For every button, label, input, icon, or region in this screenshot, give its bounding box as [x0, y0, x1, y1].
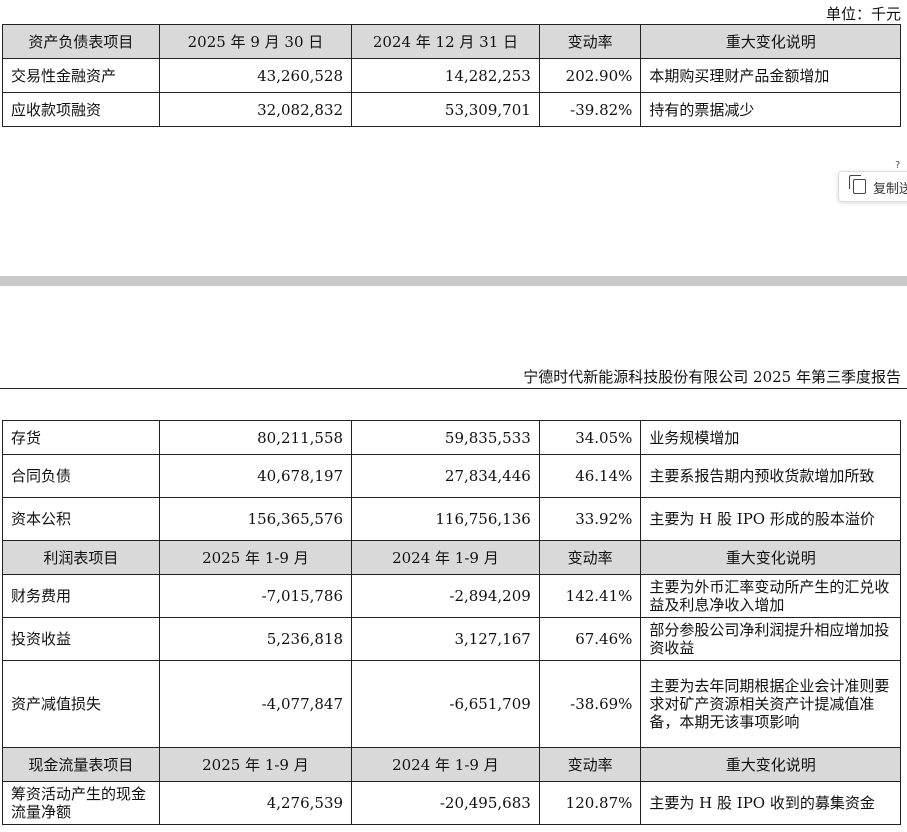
cell-note: 部分参股公司净利润提升相应增加投资收益 — [640, 617, 901, 661]
row-label: 资本公积 — [2, 497, 160, 541]
row-label: 资产减值损失 — [2, 660, 160, 748]
cell-value: -4,077,847 — [158, 660, 353, 748]
row-label: 存货 — [2, 420, 160, 455]
cell-rate: 202.90% — [538, 58, 642, 93]
cell-value: 3,127,167 — [351, 617, 540, 661]
cell-value: 59,835,533 — [351, 420, 540, 455]
header-cell: 变动率 — [538, 540, 642, 575]
cell-value: 14,282,253 — [351, 58, 540, 93]
header-cell: 重大变化说明 — [640, 540, 901, 575]
header-cell: 资产负债表项目 — [2, 24, 160, 59]
cell-note: 主要为外币汇率变动所产生的汇兑收益及利息净收入增加 — [640, 574, 901, 618]
copy-button-label: 复制送 — [873, 182, 907, 197]
header-cell: 2025 年 1-9 月 — [158, 747, 353, 782]
cell-value: -20,495,683 — [351, 781, 540, 825]
row-label: 筹资活动产生的现金流量净额 — [2, 781, 160, 825]
header-cell: 变动率 — [538, 747, 642, 782]
cell-rate: 120.87% — [538, 781, 642, 825]
cell-note: 主要为去年同期根据企业会计准则要求对矿产资源相关资产计提减值准备，本期无该事项影… — [640, 660, 901, 748]
report-header: 宁德时代新能源科技股份有限公司 2025 年第三季度报告 — [523, 368, 901, 386]
cell-note: 持有的票据减少 — [640, 92, 901, 127]
cell-note: 业务规模增加 — [640, 420, 901, 455]
row-label: 投资收益 — [2, 617, 160, 661]
cell-note: 主要为 H 股 IPO 收到的募集资金 — [640, 781, 901, 825]
cell-note: 主要为 H 股 IPO 形成的股本溢价 — [640, 497, 901, 541]
header-cell: 2025 年 1-9 月 — [158, 540, 353, 575]
cell-rate: 46.14% — [538, 454, 642, 498]
page-separator — [0, 276, 907, 286]
header-cell: 2024 年 1-9 月 — [351, 540, 540, 575]
cell-value: 40,678,197 — [158, 454, 353, 498]
cell-rate: 34.05% — [538, 420, 642, 455]
table-header-row: 利润表项目 2025 年 1-9 月 2024 年 1-9 月 变动率 重大变化… — [2, 540, 901, 575]
table-row: 应收款项融资 32,082,832 53,309,701 -39.82% 持有的… — [2, 92, 901, 127]
cell-value: 53,309,701 — [351, 92, 540, 127]
cell-value: 116,756,136 — [351, 497, 540, 541]
table-row: 筹资活动产生的现金流量净额 4,276,539 -20,495,683 120.… — [2, 781, 901, 825]
table-row: 投资收益 5,236,818 3,127,167 67.46% 部分参股公司净利… — [2, 617, 901, 661]
table-row: 存货 80,211,558 59,835,533 34.05% 业务规模增加 — [2, 420, 901, 455]
cell-value: 80,211,558 — [158, 420, 353, 455]
tiny-mark: ? — [895, 160, 901, 171]
cell-rate: 33.92% — [538, 497, 642, 541]
unit-label: 单位：千元 — [825, 5, 901, 23]
cell-rate: 67.46% — [538, 617, 642, 661]
cell-note: 主要系报告期内预收货款增加所致 — [640, 454, 901, 498]
header-cell: 2024 年 12 月 31 日 — [351, 24, 540, 59]
table-row: 交易性金融资产 43,260,528 14,282,253 202.90% 本期… — [2, 58, 901, 93]
cell-rate: -39.82% — [538, 92, 642, 127]
cell-value: 27,834,446 — [351, 454, 540, 498]
row-label: 交易性金融资产 — [2, 58, 160, 93]
cell-value: 156,365,576 — [158, 497, 353, 541]
row-label: 合同负债 — [2, 454, 160, 498]
header-cell: 利润表项目 — [2, 540, 160, 575]
cell-value: -2,894,209 — [351, 574, 540, 618]
table-row: 资本公积 156,365,576 116,756,136 33.92% 主要为 … — [2, 497, 901, 541]
cell-value: 4,276,539 — [158, 781, 353, 825]
header-rule — [0, 388, 907, 389]
cell-rate: -38.69% — [538, 660, 642, 748]
cell-value: 32,082,832 — [158, 92, 353, 127]
row-label: 应收款项融资 — [2, 92, 160, 127]
copy-icon — [849, 175, 866, 194]
table-header-row: 资产负债表项目 2025 年 9 月 30 日 2024 年 12 月 31 日… — [2, 24, 901, 59]
table-row: 财务费用 -7,015,786 -2,894,209 142.41% 主要为外币… — [2, 574, 901, 618]
table-row: 合同负债 40,678,197 27,834,446 46.14% 主要系报告期… — [2, 454, 901, 498]
header-cell: 2025 年 9 月 30 日 — [158, 24, 353, 59]
header-cell: 2024 年 1-9 月 — [351, 747, 540, 782]
cell-note: 本期购买理财产品金额增加 — [640, 58, 901, 93]
cell-value: 43,260,528 — [158, 58, 353, 93]
header-cell: 现金流量表项目 — [2, 747, 160, 782]
balance-sheet-table-top: 资产负债表项目 2025 年 9 月 30 日 2024 年 12 月 31 日… — [2, 24, 901, 127]
copy-button[interactable]: 复制送 — [838, 171, 907, 202]
header-cell: 变动率 — [538, 24, 642, 59]
cell-value: -6,651,709 — [351, 660, 540, 748]
header-cell: 重大变化说明 — [640, 747, 901, 782]
cell-value: -7,015,786 — [158, 574, 353, 618]
header-cell: 重大变化说明 — [640, 24, 901, 59]
table-header-row: 现金流量表项目 2025 年 1-9 月 2024 年 1-9 月 变动率 重大… — [2, 747, 901, 782]
row-label: 财务费用 — [2, 574, 160, 618]
cell-rate: 142.41% — [538, 574, 642, 618]
table-row: 资产减值损失 -4,077,847 -6,651,709 -38.69% 主要为… — [2, 660, 901, 748]
financial-changes-table: 存货 80,211,558 59,835,533 34.05% 业务规模增加 合… — [2, 420, 901, 825]
cell-value: 5,236,818 — [158, 617, 353, 661]
